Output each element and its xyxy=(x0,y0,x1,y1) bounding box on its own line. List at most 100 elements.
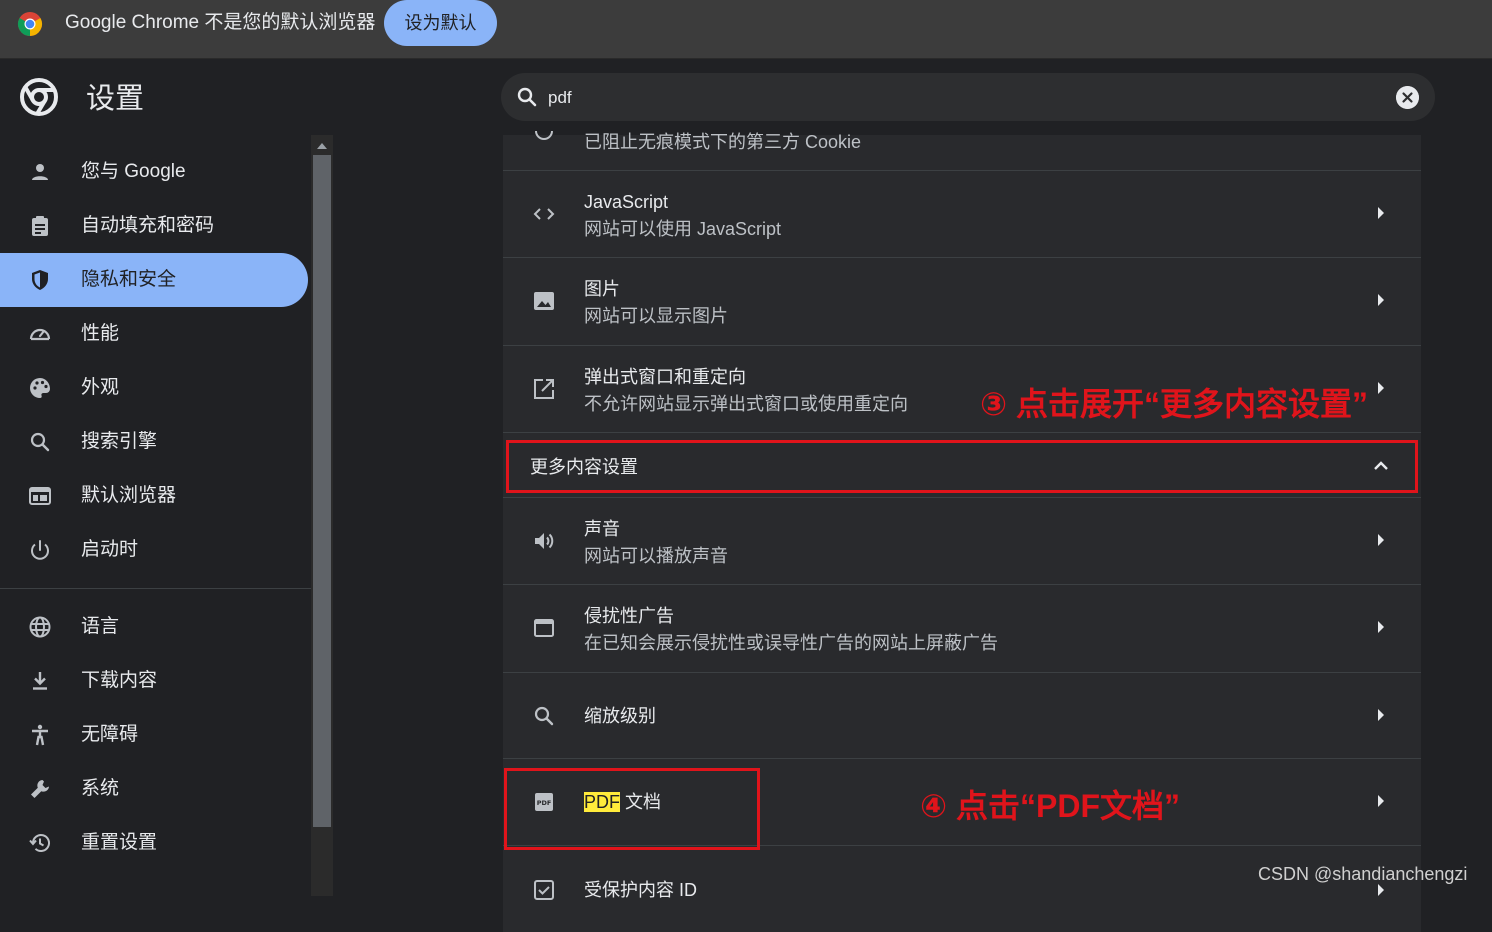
row-subtitle: 不允许网站显示弹出式窗口或使用重定向 xyxy=(584,394,908,414)
sidebar-item-downloads[interactable]: 下载内容 xyxy=(0,654,308,708)
sidebar-item-search-engine[interactable]: 搜索引擎 xyxy=(0,415,308,469)
row-subtitle: 在已知会展示侵扰性或误导性广告的网站上屏蔽广告 xyxy=(584,633,998,653)
section-title: 更多内容设置 xyxy=(530,457,638,477)
sidebar-item-label: 您与 Google xyxy=(81,161,186,182)
row-subtitle: 网站可以显示图片 xyxy=(584,306,728,326)
sidebar-item-label: 性能 xyxy=(81,323,120,344)
row-sound[interactable]: 声音 网站可以播放声音 xyxy=(503,497,1421,584)
chevron-right-icon xyxy=(1378,709,1384,721)
sidebar-item-label: 隐私和安全 xyxy=(81,269,177,290)
sidebar-item-label: 外观 xyxy=(81,377,120,398)
palette-icon xyxy=(30,378,50,398)
chrome-settings-logo-icon xyxy=(20,78,58,116)
sidebar-item-languages[interactable]: 语言 xyxy=(0,600,308,654)
sidebar-item-label: 重置设置 xyxy=(81,832,158,853)
browser-icon xyxy=(29,487,51,505)
image-icon xyxy=(534,292,554,310)
infobar-message: Google Chrome 不是您的默认浏览器 xyxy=(65,12,376,33)
row-title: 声音 xyxy=(584,519,620,539)
row-title: 弹出式窗口和重定向 xyxy=(584,367,746,387)
sidebar-item-on-startup[interactable]: 启动时 xyxy=(0,523,308,577)
sidebar-item-autofill[interactable]: 自动填充和密码 xyxy=(0,199,308,253)
sidebar-item-reset[interactable]: 重置设置 xyxy=(0,816,308,870)
sidebar-item-label: 下载内容 xyxy=(81,670,158,691)
chrome-logo-icon xyxy=(17,12,43,36)
sidebar-item-label: 自动填充和密码 xyxy=(81,215,215,236)
person-icon xyxy=(32,164,48,180)
set-default-button[interactable]: 设为默认 xyxy=(384,0,497,46)
chevron-right-icon xyxy=(1378,534,1384,546)
row-images[interactable]: 图片 网站可以显示图片 xyxy=(503,257,1421,344)
row-title-rest: 文档 xyxy=(620,792,662,812)
chevron-right-icon xyxy=(1378,795,1384,807)
search-icon xyxy=(30,432,50,452)
sidebar-item-privacy[interactable]: 隐私和安全 xyxy=(0,253,308,307)
volume-icon xyxy=(535,533,554,549)
code-icon xyxy=(533,208,555,220)
page-title: 设置 xyxy=(86,83,145,115)
search-highlight: PDF xyxy=(584,792,620,812)
row-intrusive-ads[interactable]: 侵扰性广告 在已知会展示侵扰性或误导性广告的网站上屏蔽广告 xyxy=(503,584,1421,671)
chevron-up-icon xyxy=(1374,461,1388,470)
sidebar-item-accessibility[interactable]: 无障碍 xyxy=(0,708,308,762)
sidebar-item-system[interactable]: 系统 xyxy=(0,762,308,816)
power-icon xyxy=(31,540,49,560)
row-title: JavaScript xyxy=(584,192,669,212)
accessibility-icon xyxy=(32,724,48,746)
sidebar-item-appearance[interactable]: 外观 xyxy=(0,361,308,415)
chevron-right-icon xyxy=(1378,207,1384,219)
settings-search-box[interactable] xyxy=(501,73,1435,121)
sidebar-item-label: 无障碍 xyxy=(81,724,139,745)
scrollbar-thumb[interactable] xyxy=(313,155,331,827)
row-title: 缩放级别 xyxy=(584,706,656,726)
partial-row-subtitle: 已阻止无痕模式下的第三方 Cookie xyxy=(584,132,862,152)
open-in-new-icon xyxy=(534,379,554,399)
checkbox-icon xyxy=(534,880,554,900)
sidebar-item-label: 系统 xyxy=(81,778,120,799)
sidebar-item-label: 搜索引擎 xyxy=(81,431,158,452)
default-browser-infobar: Google Chrome 不是您的默认浏览器 设为默认 xyxy=(0,0,1492,59)
clipboard-icon xyxy=(32,216,48,236)
settings-header: 设置 xyxy=(0,59,1492,135)
row-title: PDF 文档 xyxy=(584,790,661,814)
wrench-icon xyxy=(31,780,49,798)
row-title: 受保护内容 ID xyxy=(584,880,698,900)
globe-icon xyxy=(29,616,51,638)
row-title: 侵扰性广告 xyxy=(584,606,674,626)
chevron-right-icon xyxy=(1378,382,1384,394)
sidebar-item-performance[interactable]: 性能 xyxy=(0,307,308,361)
chevron-right-icon xyxy=(1378,884,1384,896)
row-subtitle: 网站可以播放声音 xyxy=(584,546,728,566)
watermark: CSDN @shandianchengzi xyxy=(1258,864,1468,884)
zoom-icon xyxy=(534,706,554,726)
row-zoom-levels[interactable]: 缩放级别 xyxy=(503,672,1421,759)
settings-sidebar: 您与 Google 自动填充和密码 隐私和安全 性能 外观 搜索引擎 默认浏览器… xyxy=(0,135,311,896)
row-subtitle: 网站可以使用 JavaScript xyxy=(584,219,782,239)
row-title: 图片 xyxy=(584,279,620,299)
row-javascript[interactable]: JavaScript 网站可以使用 JavaScript xyxy=(503,170,1421,257)
scroll-up-arrow-icon[interactable] xyxy=(317,143,327,149)
annotation-step-3: ③ 点击展开“更多内容设置” xyxy=(980,386,1368,422)
download-icon xyxy=(33,672,47,690)
chevron-right-icon xyxy=(1378,294,1384,306)
speedometer-icon xyxy=(29,328,51,341)
sidebar-divider xyxy=(0,588,311,589)
sidebar-item-label: 启动时 xyxy=(81,539,139,560)
chevron-right-icon xyxy=(1378,621,1384,633)
sidebar-item-you-and-google[interactable]: 您与 Google xyxy=(0,145,308,199)
shield-icon xyxy=(32,270,48,290)
pdf-file-icon: PDF xyxy=(535,793,553,811)
search-icon xyxy=(517,87,537,107)
window-icon xyxy=(534,619,554,637)
more-content-settings-toggle[interactable]: 更多内容设置 xyxy=(503,432,1421,499)
history-icon xyxy=(29,834,50,852)
svg-text:PDF: PDF xyxy=(537,799,552,807)
cookie-icon xyxy=(535,131,553,140)
sidebar-item-label: 默认浏览器 xyxy=(81,485,177,506)
search-input[interactable] xyxy=(546,83,1370,113)
row-protected-content[interactable]: 受保护内容 ID xyxy=(503,845,1421,932)
sidebar-item-default-browser[interactable]: 默认浏览器 xyxy=(0,469,308,523)
sidebar-scrollbar[interactable] xyxy=(311,135,333,896)
sidebar-item-label: 语言 xyxy=(81,616,120,637)
clear-search-icon[interactable] xyxy=(1396,86,1419,109)
